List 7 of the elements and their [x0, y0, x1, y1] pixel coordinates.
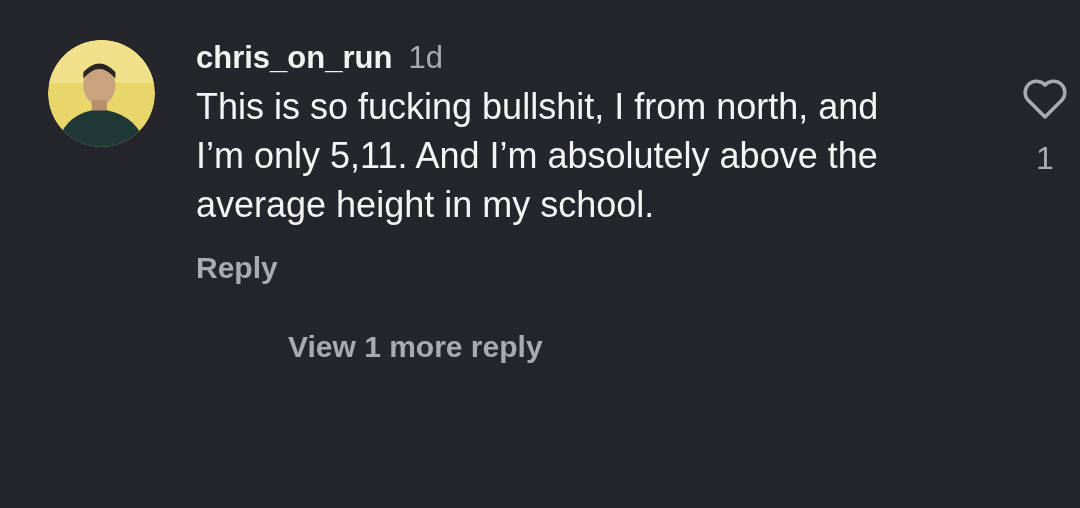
username[interactable]: chris_on_run [196, 40, 393, 76]
timestamp: 1d [408, 40, 443, 76]
reply-button[interactable]: Reply [196, 251, 278, 285]
heart-icon[interactable] [1022, 78, 1068, 120]
comment-text: This is so fucking bullshit, I from north, and I’m only 5,11. And I’m absolutely above the average height in my school. [196, 85, 880, 227]
view-replies-link[interactable]: View 1 more reply [288, 330, 543, 364]
like-count: 1 [1036, 140, 1054, 177]
